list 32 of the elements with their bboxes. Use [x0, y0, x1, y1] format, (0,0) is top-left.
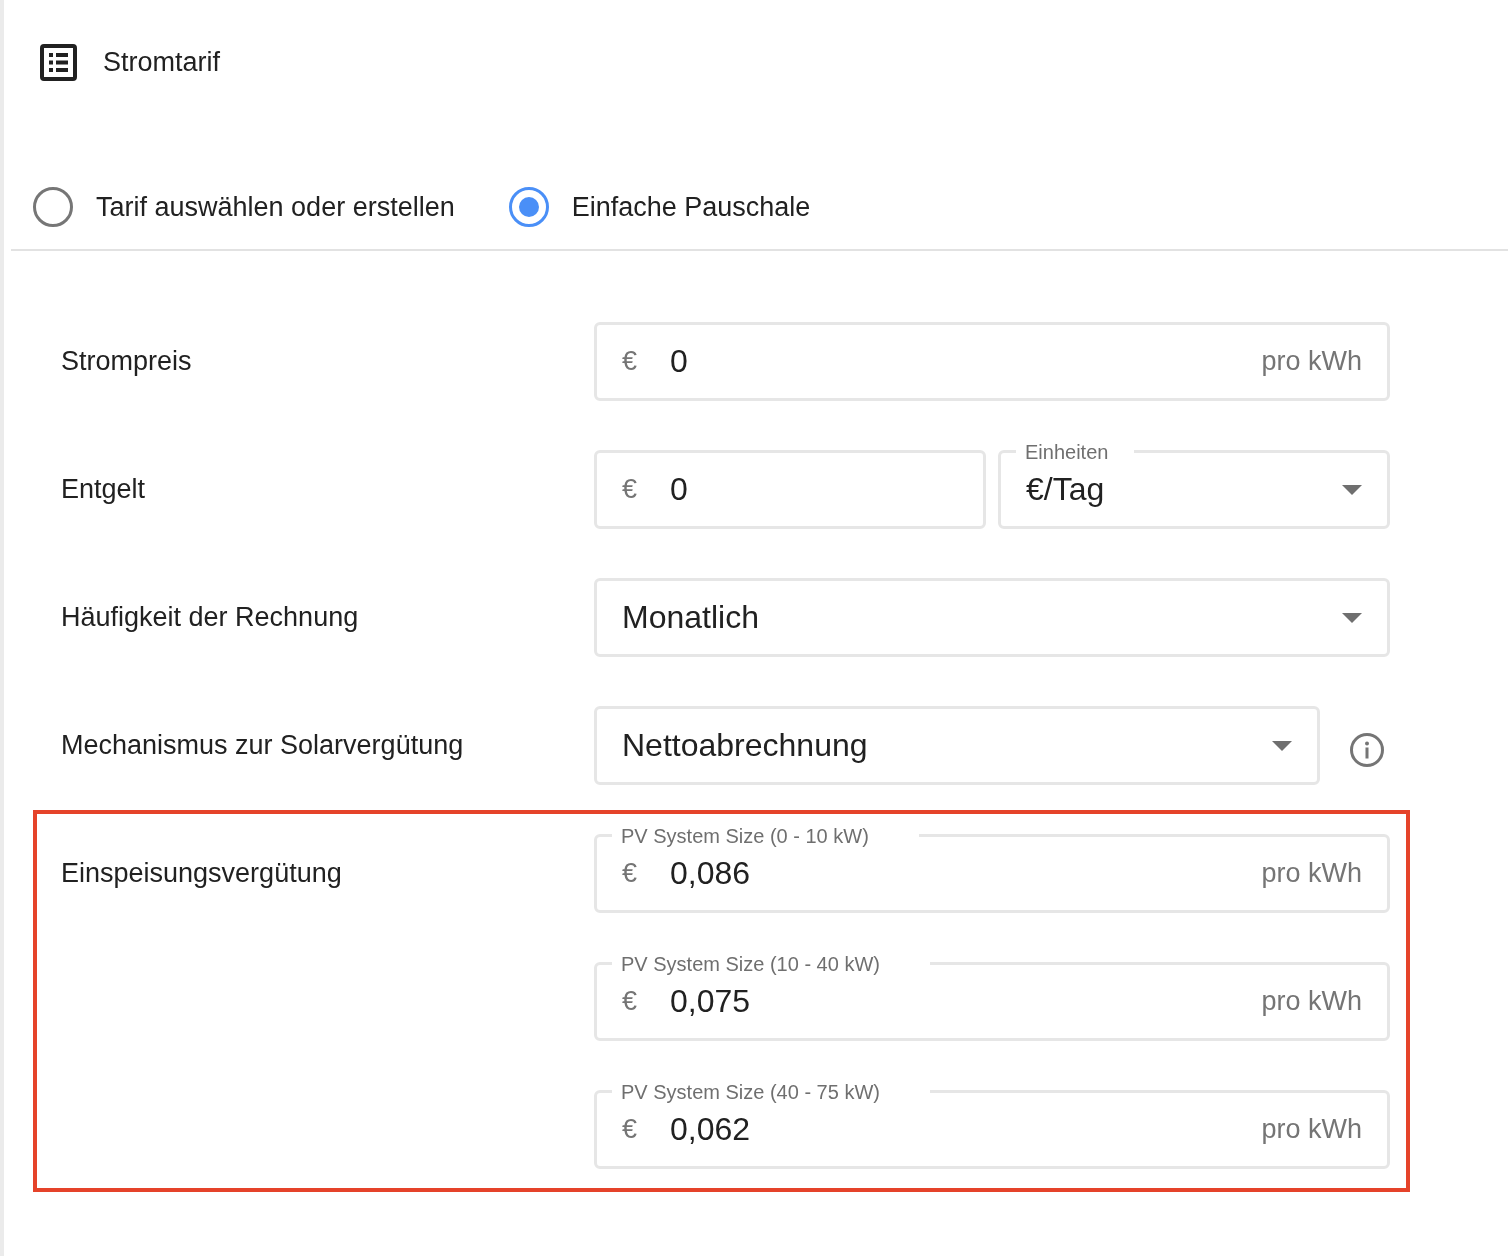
currency-symbol: €: [622, 346, 638, 377]
currency-symbol: €: [622, 1114, 638, 1145]
unit-label: pro kWh: [1261, 858, 1362, 889]
list-icon: [40, 44, 77, 81]
unit-label: pro kWh: [1261, 1114, 1362, 1145]
currency-symbol: €: [622, 474, 638, 505]
radio-label[interactable]: Tarif auswählen oder erstellen: [96, 190, 455, 224]
floating-label: Einheiten: [1024, 439, 1110, 464]
caret-icon: [1342, 612, 1362, 623]
unit-label: pro kWh: [1261, 346, 1362, 377]
field-label: Einspeisungsvergütung: [61, 857, 343, 890]
radio-button[interactable]: [33, 187, 73, 227]
radio-button[interactable]: [508, 187, 549, 227]
caret-icon: [1342, 484, 1362, 495]
floating-label: PV System Size (40 - 75 kW): [620, 1079, 881, 1104]
number-input-field[interactable]: € 0 pro kWh: [594, 322, 1390, 401]
floating-label: PV System Size (10 - 40 kW): [620, 951, 881, 976]
floating-label: PV System Size (0 - 10 kW): [620, 823, 870, 848]
unit-label: pro kWh: [1261, 986, 1362, 1017]
field-label: Strompreis: [61, 345, 193, 378]
number-input-field[interactable]: € 0: [594, 450, 986, 529]
currency-symbol: €: [622, 858, 638, 889]
currency-symbol: €: [622, 986, 638, 1017]
section-title: Stromtarif: [103, 46, 221, 79]
radio-label[interactable]: Einfache Pauschale: [571, 190, 811, 224]
dropdown-select[interactable]: Monatlich: [594, 578, 1390, 657]
dropdown-select[interactable]: Nettoabrechnung: [594, 706, 1320, 785]
caret-icon: [1272, 740, 1292, 751]
field-label: Häufigkeit der Rechnung: [61, 601, 360, 634]
info-icon[interactable]: [1350, 732, 1384, 767]
field-label: Mechanismus zur Solarvergütung: [61, 729, 465, 762]
field-label: Entgelt: [61, 473, 147, 506]
